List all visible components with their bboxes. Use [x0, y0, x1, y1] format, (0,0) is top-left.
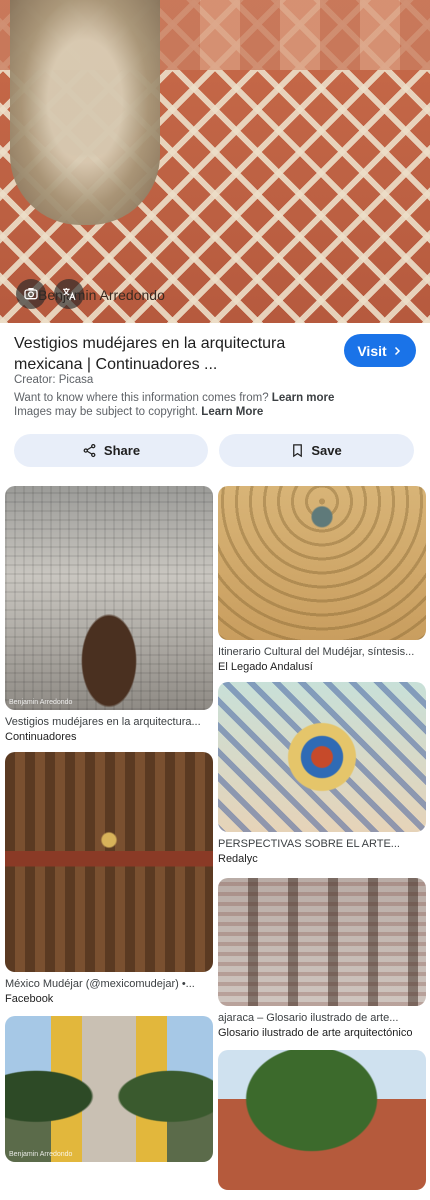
copyright-text: Images may be subject to copyright. [14, 406, 199, 418]
translate-icon [63, 288, 76, 301]
translate-button[interactable] [54, 279, 84, 309]
related-card[interactable]: Benjamin Arredondo [5, 1016, 213, 1162]
lens-icon [24, 288, 38, 300]
related-title[interactable]: ajaraca – Glosario ilustrado de arte... [218, 1012, 426, 1024]
related-source: Glosario ilustrado de arte arquitectónic… [218, 1027, 413, 1039]
result-title[interactable]: Vestigios mudéjares en la arquitectura m… [14, 333, 332, 375]
related-card[interactable]: ajaraca – Glosario ilustrado de arte... … [218, 878, 426, 1039]
info-source-line: Want to know where this information come… [14, 392, 334, 404]
share-label: Share [103, 443, 141, 458]
related-source: Redalyc [218, 853, 258, 865]
related-image-facade[interactable]: Benjamin Arredondo [5, 486, 213, 710]
learn-more-link[interactable]: Learn more [272, 392, 335, 404]
creator-text: Creator: Picasa [14, 374, 94, 386]
related-card[interactable] [218, 1050, 426, 1190]
hero-image[interactable]: Benjamin Arredondo [0, 0, 430, 323]
related-card[interactable]: Itinerario Cultural del Mudéjar, síntesi… [218, 486, 426, 673]
related-source: Facebook [5, 993, 54, 1005]
related-image-tiles[interactable] [218, 682, 426, 832]
share-icon [83, 443, 96, 458]
related-title[interactable]: Vestigios mudéjares en la arquitectura..… [5, 716, 213, 728]
hero-carved-stone [10, 0, 160, 225]
chevron-right-icon [394, 346, 400, 355]
related-card[interactable]: PERSPECTIVAS SOBRE EL ARTE... Redalyc [218, 682, 426, 865]
related-image-ceiling[interactable] [5, 752, 213, 972]
image-watermark: Benjamin Arredondo [9, 699, 73, 706]
share-button[interactable]: Share [14, 434, 208, 467]
related-image-dome[interactable] [218, 486, 426, 640]
related-title[interactable]: PERSPECTIVAS SOBRE EL ARTE... [218, 838, 426, 850]
lens-button[interactable] [16, 279, 46, 309]
related-card[interactable]: México Mudéjar (@mexicomudejar) •... Fac… [5, 752, 213, 1005]
related-image-church[interactable]: Benjamin Arredondo [5, 1016, 213, 1162]
related-title[interactable]: Itinerario Cultural del Mudéjar, síntesi… [218, 646, 426, 658]
related-title[interactable]: México Mudéjar (@mexicomudejar) •... [5, 978, 213, 990]
related-image-tree[interactable] [218, 1050, 426, 1190]
copyright-learn-more-link[interactable]: Learn More [201, 406, 263, 418]
visit-label: Visit [357, 342, 387, 359]
save-button[interactable]: Save [219, 434, 414, 467]
related-card[interactable]: Benjamin Arredondo Vestigios mudéjares e… [5, 486, 213, 743]
save-label: Save [311, 443, 342, 458]
related-image-building[interactable] [218, 878, 426, 1006]
copyright-line: Images may be subject to copyright. Lear… [14, 406, 263, 418]
bookmark-icon [293, 444, 303, 458]
related-source: Continuadores [5, 731, 77, 743]
info-question: Want to know where this information come… [14, 392, 269, 404]
image-watermark: Benjamin Arredondo [9, 1151, 73, 1158]
related-source: El Legado Andalusí [218, 661, 313, 673]
visit-button[interactable]: Visit [344, 334, 416, 367]
